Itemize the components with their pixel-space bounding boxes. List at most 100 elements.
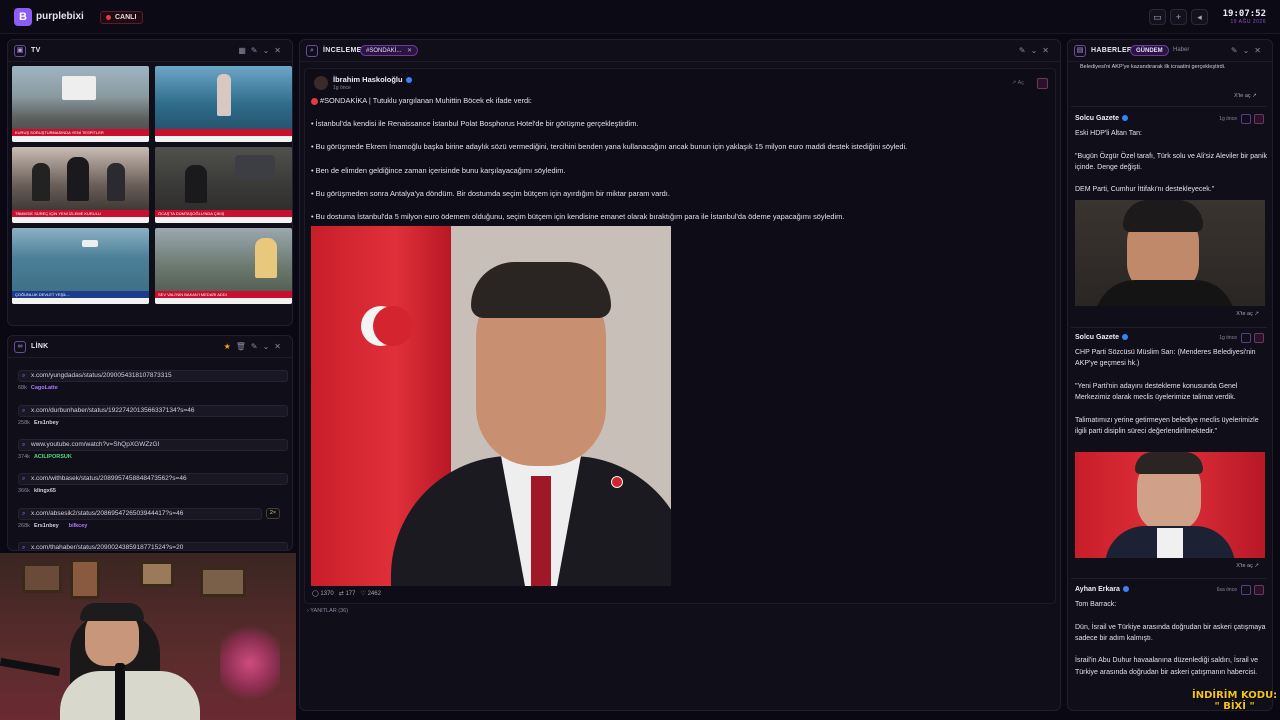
divider xyxy=(1071,578,1267,579)
clock: 19:07:52 19 AĞU 2026 xyxy=(1223,9,1266,25)
news-panel-controls[interactable]: ✎⌄✕ xyxy=(1231,46,1266,55)
tv-thumb-3[interactable]: TBMM'DE SÜREÇ İÇİN YENİ İZLEME KURULU xyxy=(12,147,149,223)
link-panel: ∞ LİNK ★🗑✎⌄✕ x.com/yungdadas/status/2090… xyxy=(7,335,293,551)
add-icon[interactable]: + xyxy=(1170,9,1187,25)
screen-icon[interactable]: ▭ xyxy=(1149,9,1166,25)
tweet-image[interactable] xyxy=(311,226,671,586)
link-user[interactable]: ACILIPORSUK xyxy=(34,454,72,460)
close-tag-icon[interactable]: ✕ xyxy=(407,48,412,54)
tv-thumb-2[interactable] xyxy=(155,66,292,142)
link-url[interactable]: x.com/withbasek/status/20899574588484735… xyxy=(18,473,288,485)
verified-icon xyxy=(1121,334,1128,341)
tv-ticker-5: ÇOĞUNLUK DEVLET YEŞİL... xyxy=(12,291,149,298)
news-author[interactable]: Ayhan Erkara xyxy=(1075,586,1129,593)
copy-icon[interactable] xyxy=(1241,333,1251,343)
tv-thumb-1[interactable]: KURUŞ SORUŞTURMASINDA YENİ TESPİTLER xyxy=(12,66,149,142)
tv-thumb-5[interactable]: ÇOĞUNLUK DEVLET YEŞİL... xyxy=(12,228,149,304)
link-panel-controls[interactable]: ★🗑✎⌄✕ xyxy=(224,342,286,351)
link-url[interactable]: x.com/absesik2/status/208695472650394441… xyxy=(18,508,262,520)
link-age: 374k xyxy=(18,454,30,460)
bookmark-icon[interactable] xyxy=(1254,585,1264,595)
link-age: 258k xyxy=(18,420,30,426)
news-text: Eski HDP'li Altan Tan: "Bugün Özgür Özel… xyxy=(1075,130,1267,194)
review-panel-title: İNCELEME xyxy=(323,47,362,54)
news-top-text: Belediyesi'ni AKP'ye kazandırarak ilk ic… xyxy=(1080,64,1226,70)
star-icon[interactable]: ★ xyxy=(224,342,236,351)
tv-panel-header: ▣ TV ▦✎⌄✕ xyxy=(8,40,292,62)
tweet-line: • İstanbul'da kendisi ile Renaissance İs… xyxy=(311,119,639,129)
link-age: 68k xyxy=(18,385,27,391)
tweet-line: • Bu dostuma İstanbul'da 5 milyon euro ö… xyxy=(311,211,845,221)
divider xyxy=(1071,327,1267,328)
bookmark-icon[interactable] xyxy=(1254,333,1264,343)
open-in-x-link[interactable]: X'te aç ↗ xyxy=(1236,563,1259,569)
link-url[interactable]: www.youtube.com/watch?v=ShQpXGWZzGI xyxy=(18,439,288,451)
author-avatar[interactable] xyxy=(314,76,328,90)
tv-icon: ▣ xyxy=(14,45,26,57)
bookmark-icon[interactable] xyxy=(1037,78,1048,89)
news-time: 1g önce xyxy=(1219,335,1237,341)
brand-logo-icon[interactable]: B xyxy=(14,8,32,26)
link-meta: 258k Ers1nbey xyxy=(18,420,59,426)
news-author[interactable]: Solcu Gazete xyxy=(1075,334,1128,341)
replies-toggle[interactable]: › YANITLAR (36) xyxy=(307,608,348,614)
retweet-icon: ⇄ xyxy=(338,591,344,597)
tweet-line: • Bu görüşmede Ekrem İmamoğlu başka biri… xyxy=(311,142,908,152)
search-icon: ⌕ xyxy=(306,45,318,57)
tweet-time: 1g önce xyxy=(333,85,351,91)
link-user-2[interactable]: bilkcey xyxy=(69,523,88,529)
clock-time: 19:07:52 xyxy=(1222,9,1266,19)
news-image[interactable] xyxy=(1075,452,1265,558)
tweet-line: #SONDAKİKA | Tutuklu yargılanan Muhittin… xyxy=(311,95,1051,107)
link-meta: 374k ACILIPORSUK xyxy=(18,454,72,460)
tweet-author[interactable]: İbrahim Haskoloğlu xyxy=(333,75,412,84)
link-url[interactable]: x.com/thahaber/status/209002438591877152… xyxy=(18,542,288,550)
tab-gundem[interactable]: GÜNDEM xyxy=(1130,45,1169,56)
news-card: Solcu Gazete 1g önce Eski HDP'li Altan T… xyxy=(1071,114,1267,325)
link-user[interactable]: CagoLatte xyxy=(31,385,58,391)
link-age: 366k xyxy=(18,488,30,494)
link-url[interactable]: x.com/durbunhaber/status/192274201356633… xyxy=(18,405,288,417)
open-in-x-link[interactable]: X'te aç ↗ xyxy=(1234,93,1257,99)
clock-date: 19 AĞU 2026 xyxy=(1230,19,1266,25)
copy-icon[interactable] xyxy=(1241,585,1251,595)
tv-ticker-3: TBMM'DE SÜREÇ İÇİN YENİ İZLEME KURULU xyxy=(12,210,149,217)
webcam-feed xyxy=(0,553,296,720)
review-panel-header: ⌕ İNCELEME #SONDAKİ... ✕ ✎⌄✕ xyxy=(300,40,1060,62)
link-count-badge: 2× xyxy=(266,508,280,519)
tweet-line: • Bu görüşmeden sonra Antalya'ya döndüm.… xyxy=(311,188,670,198)
link-icon: ∞ xyxy=(14,341,26,353)
tv-ticker-1: KURUŞ SORUŞTURMASINDA YENİ TESPİTLER xyxy=(12,129,149,136)
review-tag-chip[interactable]: #SONDAKİ... ✕ xyxy=(360,45,419,56)
tweet-body: #SONDAKİKA | Tutuklu yargılanan Muhittin… xyxy=(311,95,1051,234)
promo-code-overlay: İNDİRİM KODU: " BİXİ " xyxy=(1192,690,1277,712)
top-bar: B purplebixi CANLI ▭ + ◂ 19:07:52 19 AĞU… xyxy=(0,0,1280,34)
likes-count: 2462 xyxy=(367,591,381,597)
link-meta: 268k Ers1nbey bilkcey xyxy=(18,523,87,529)
news-text: CHP Parti Sözcüsü Müslim Sarı: (Menderes… xyxy=(1075,349,1259,436)
review-panel-controls[interactable]: ✎⌄✕ xyxy=(1019,46,1054,55)
tab-haber[interactable]: Haber xyxy=(1168,45,1194,56)
open-in-x-link[interactable]: X'te aç ↗ xyxy=(1236,311,1259,317)
copy-icon[interactable] xyxy=(1241,114,1251,124)
brand-name: purplebixi xyxy=(36,11,84,22)
tv-panel-controls[interactable]: ▦✎⌄✕ xyxy=(238,46,286,55)
open-link[interactable]: ↗ Aç xyxy=(1012,80,1024,86)
news-image[interactable] xyxy=(1075,200,1265,306)
news-panel-title: HABERLER xyxy=(1091,47,1133,54)
news-author[interactable]: Solcu Gazete xyxy=(1075,115,1128,122)
link-user[interactable]: klingx65 xyxy=(34,488,56,494)
tv-thumb-4[interactable]: ÖCAŞ'TA DÜMTAŞOĞLU'NDA ÇIKIŞ xyxy=(155,147,292,223)
volume-icon[interactable]: ◂ xyxy=(1191,9,1208,25)
tv-panel: ▣ TV ▦✎⌄✕ KURUŞ SORUŞTURMASINDA YENİ TES… xyxy=(7,39,293,326)
tv-thumb-6[interactable]: SEV VALİ'NİN BAKAN'I MEDARI ADDI xyxy=(155,228,292,304)
link-user[interactable]: Ers1nbey xyxy=(34,420,59,426)
link-user[interactable]: Ers1nbey xyxy=(34,523,59,529)
link-meta: 68k CagoLatte xyxy=(18,385,58,391)
bookmark-icon[interactable] xyxy=(1254,114,1264,124)
tweet-line: • Ben de elimden geldiğince zaman içeris… xyxy=(311,165,566,175)
live-badge: CANLI xyxy=(100,11,144,24)
like-icon: ♡ xyxy=(360,591,366,597)
verified-icon xyxy=(1122,586,1129,593)
link-url[interactable]: x.com/yungdadas/status/20900543181078733… xyxy=(18,370,288,382)
